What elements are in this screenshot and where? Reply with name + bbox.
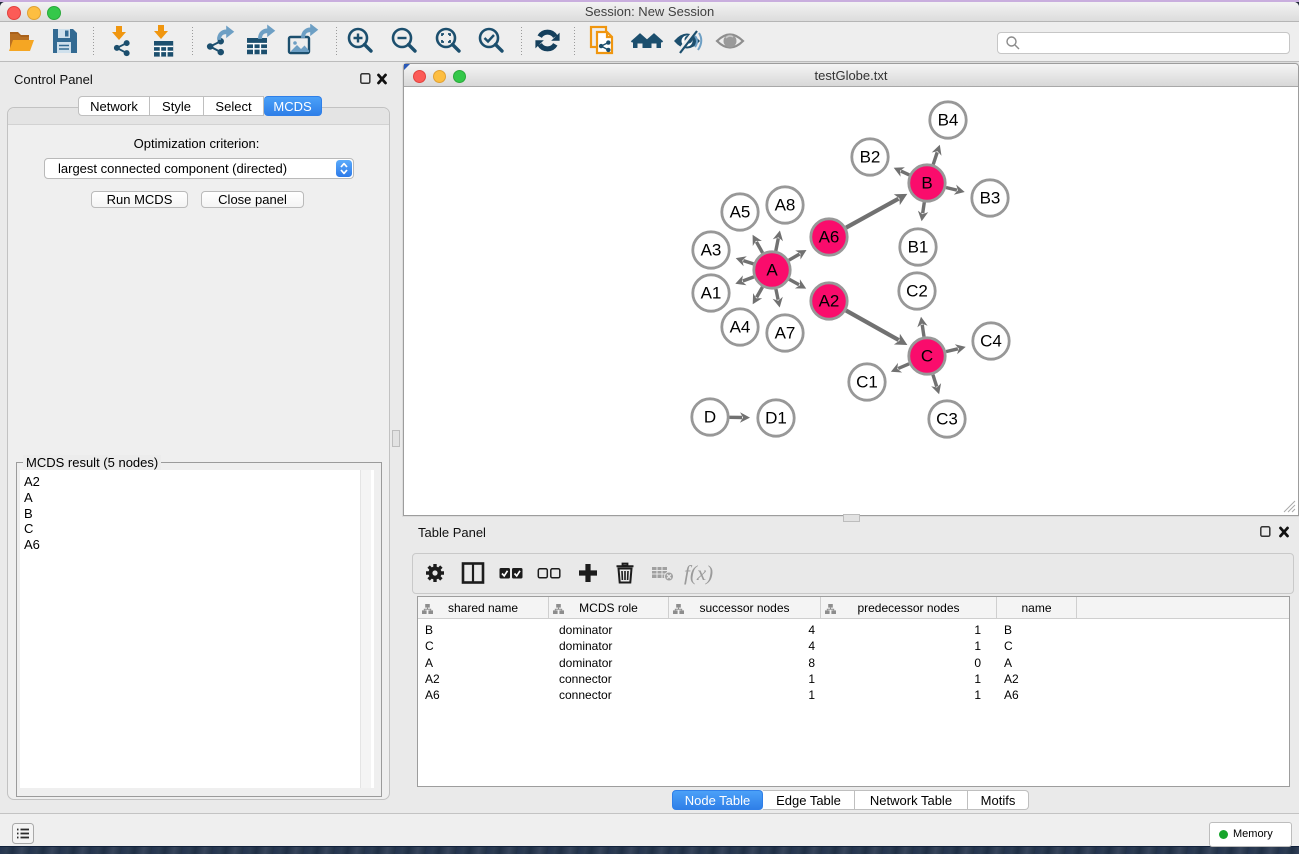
svg-text:C: C [921, 347, 933, 366]
svg-text:D: D [704, 408, 716, 427]
svg-text:C2: C2 [906, 282, 928, 301]
svg-text:f(x): f(x) [684, 561, 713, 585]
svg-text:A1: A1 [701, 284, 722, 303]
svg-text:A: A [766, 261, 778, 280]
svg-text:A5: A5 [730, 203, 751, 222]
svg-text:C3: C3 [936, 410, 958, 429]
svg-text:A7: A7 [775, 324, 796, 343]
svg-text:D1: D1 [765, 409, 787, 428]
svg-text:A4: A4 [730, 318, 751, 337]
svg-text:B: B [921, 174, 932, 193]
svg-text:B4: B4 [938, 111, 959, 130]
svg-text:C4: C4 [980, 332, 1002, 351]
svg-text:A8: A8 [775, 196, 796, 215]
svg-text:B1: B1 [908, 238, 929, 257]
svg-text:B2: B2 [860, 148, 881, 167]
svg-text:B3: B3 [980, 189, 1001, 208]
svg-text:C1: C1 [856, 373, 878, 392]
svg-text:A3: A3 [701, 241, 722, 260]
svg-text:A2: A2 [819, 292, 840, 311]
svg-text:A6: A6 [819, 228, 840, 247]
